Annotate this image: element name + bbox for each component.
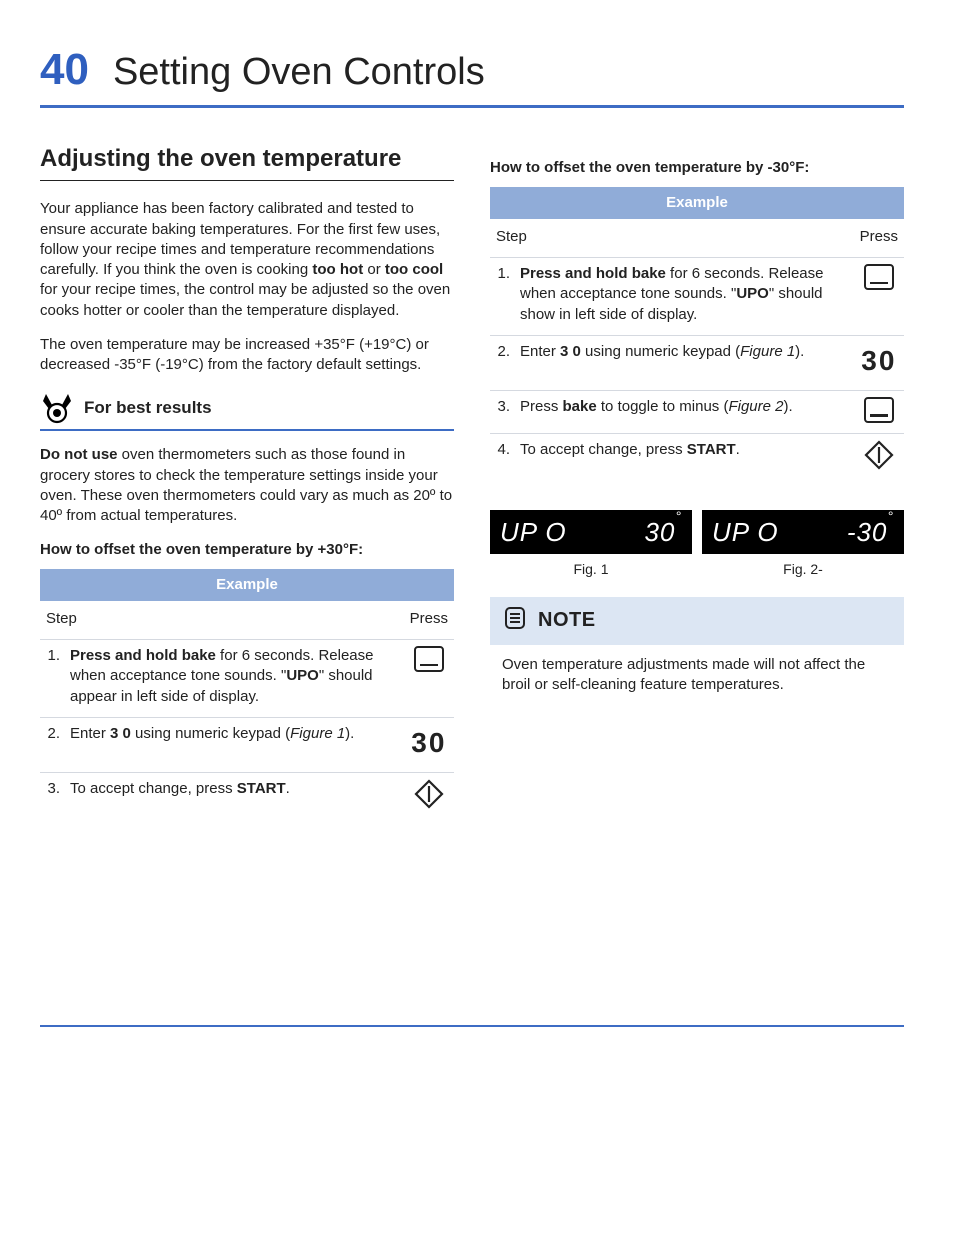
press-icon-cell [404,640,454,718]
table-row: 3.Press bake to toggle to minus (Figure … [490,390,904,433]
table-row: 1.Press and hold bake for 6 seconds. Rel… [490,258,904,336]
table-row: 1.Press and hold bake for 6 seconds. Rel… [40,640,454,718]
step-number: 2. [490,335,516,390]
fig1-caption: Fig. 1 [490,560,692,579]
keypad-number-icon: 30 [411,727,446,758]
step-number: 1. [40,640,66,718]
keypad-number-icon: 30 [861,345,896,376]
step-text: Press bake to toggle to minus (Figure 2)… [516,390,854,433]
example-table-plus: Example Step Press 1.Press and hold bake… [40,569,454,825]
howto-minus-heading: How to offset the oven temperature by -3… [490,158,904,178]
step-text: Press and hold bake for 6 seconds. Relea… [66,640,404,718]
text: or [363,261,385,278]
note-box: NOTE Oven temperature adjustments made w… [490,597,904,702]
display-figure-2: UP O -30° [702,510,904,554]
start-button-icon [864,457,894,474]
best-results-heading: For best results [40,391,454,431]
seg-right: -30° [847,515,894,550]
figure-captions: Fig. 1 Fig. 2- [490,560,904,579]
best-results-label: For best results [84,397,212,420]
table-row: 2.Enter 3 0 using numeric keypad (Figure… [40,717,454,772]
bake-button-icon [414,646,444,672]
text-bold: too cool [385,261,443,278]
press-icon-cell [854,390,904,433]
display-figure-1: UP O 30° [490,510,692,554]
example-table-minus: Example Step Press 1.Press and hold bake… [490,187,904,486]
fig2-caption: Fig. 2- [702,560,904,579]
table-header: Example [40,569,454,601]
ribbon-icon [40,391,74,425]
text-bold: Do not use [40,446,118,463]
note-label: NOTE [538,607,596,634]
best-results-body: Do not use oven thermometers such as tho… [40,445,454,526]
step-number: 1. [490,258,516,336]
col-step: Step [490,219,854,258]
step-text: To accept change, press START. [66,772,404,825]
left-column: Adjusting the oven temperature Your appl… [40,144,454,825]
step-number: 3. [490,390,516,433]
table-row: 3.To accept change, press START. [40,772,454,825]
text: for your recipe times, the control may b… [40,281,450,318]
press-icon-cell [404,772,454,825]
step-text: Press and hold bake for 6 seconds. Relea… [516,258,854,336]
step-number: 3. [40,772,66,825]
bake-button-icon [864,264,894,290]
text-bold: too hot [312,261,363,278]
note-body: Oven temperature adjustments made will n… [490,645,904,702]
howto-plus-heading: How to offset the oven temperature by +3… [40,540,454,560]
press-icon-cell: 30 [854,335,904,390]
step-number: 2. [40,717,66,772]
page-header: 40 Setting Oven Controls [40,40,904,108]
table-row: 4.To accept change, press START. [490,433,904,486]
col-step: Step [40,601,404,640]
content-columns: Adjusting the oven temperature Your appl… [40,144,904,825]
bake-button-icon [864,397,894,423]
start-button-icon [414,796,444,813]
press-icon-cell [854,258,904,336]
table-row: 2.Enter 3 0 using numeric keypad (Figure… [490,335,904,390]
seg-right: 30° [644,515,682,550]
page-title: Setting Oven Controls [113,47,485,98]
note-icon [502,605,528,637]
footer-rule [40,1025,904,1027]
note-header: NOTE [490,597,904,645]
step-text: Enter 3 0 using numeric keypad (Figure 1… [516,335,854,390]
step-number: 4. [490,433,516,486]
col-press: Press [854,219,904,258]
col-press: Press [404,601,454,640]
press-icon-cell [854,433,904,486]
intro-paragraph-2: The oven temperature may be increased +3… [40,335,454,376]
seg-left: UP O [712,515,779,550]
intro-paragraph-1: Your appliance has been factory calibrat… [40,199,454,321]
right-column: How to offset the oven temperature by -3… [490,144,904,701]
page-number: 40 [40,40,89,99]
section-heading: Adjusting the oven temperature [40,144,454,181]
step-text: To accept change, press START. [516,433,854,486]
press-icon-cell: 30 [404,717,454,772]
table-header: Example [490,187,904,219]
display-figures: UP O 30° UP O -30° [490,510,904,554]
seg-left: UP O [500,515,567,550]
step-text: Enter 3 0 using numeric keypad (Figure 1… [66,717,404,772]
